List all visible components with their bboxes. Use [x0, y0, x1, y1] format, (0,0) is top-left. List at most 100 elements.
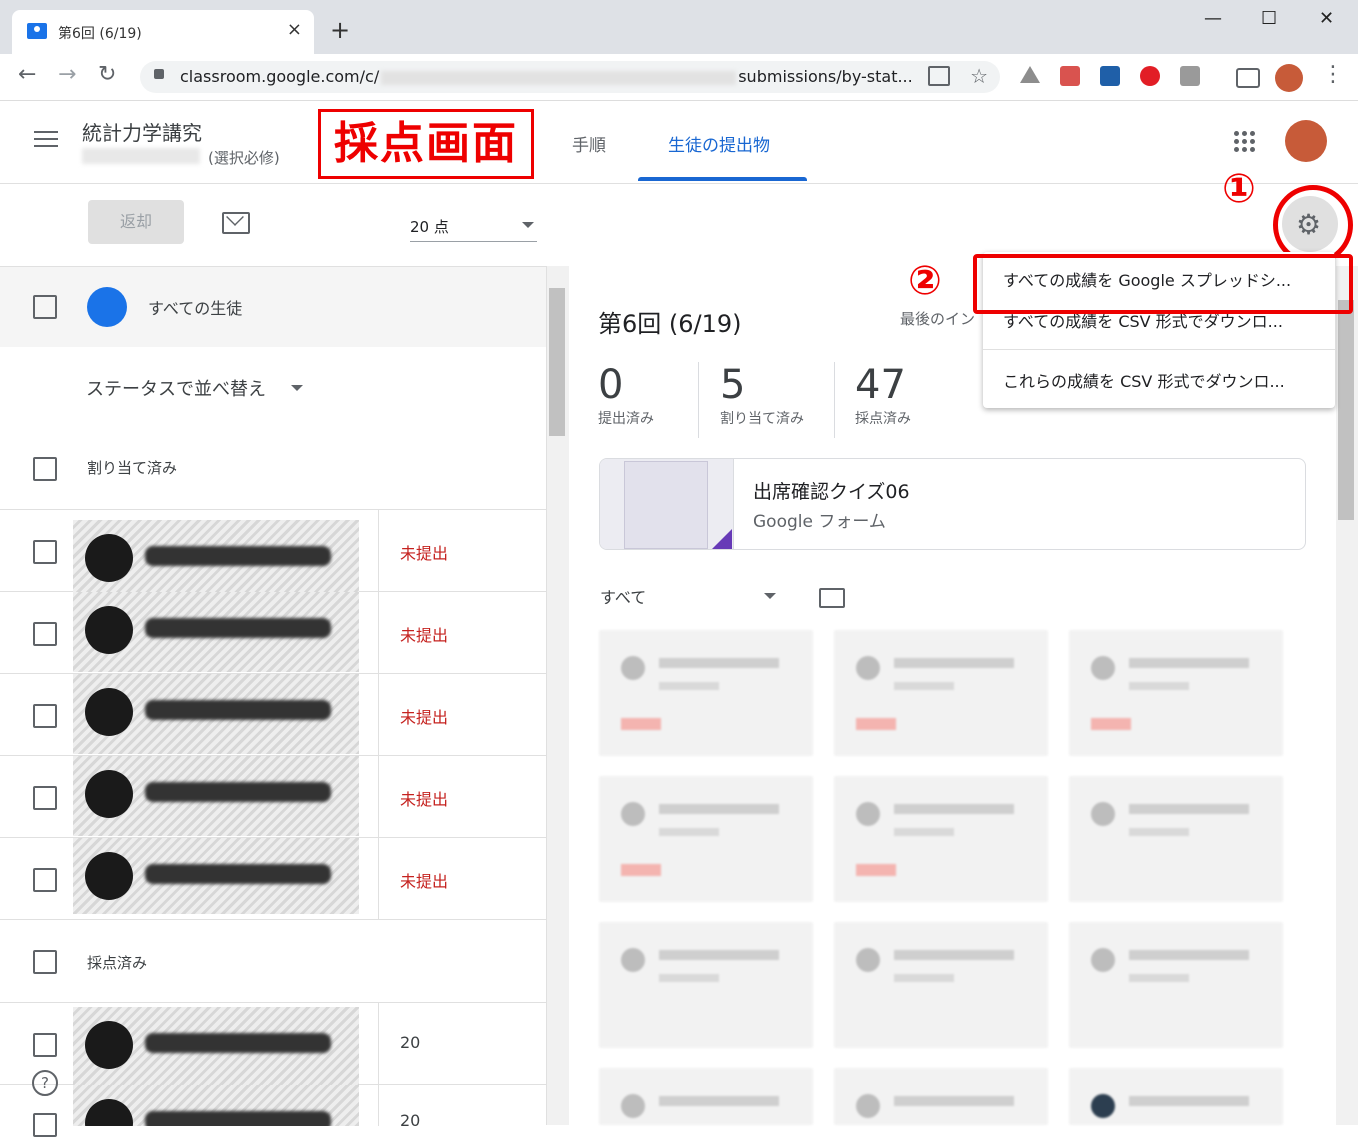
apps-grid-icon[interactable]: [1234, 131, 1256, 153]
student-row[interactable]: 20: [0, 1085, 546, 1145]
student-card-redacted[interactable]: [834, 1068, 1048, 1125]
classroom-header: 統計力学講究 (選択必修) 採点画面 手順 生徒の提出物: [0, 101, 1358, 184]
folder-icon[interactable]: [819, 588, 845, 608]
account-avatar[interactable]: [1285, 120, 1327, 162]
group-assigned-label: 割り当て済み: [87, 459, 178, 477]
student-row[interactable]: 未提出: [0, 592, 546, 674]
forward-icon[interactable]: →: [58, 62, 76, 87]
cast-icon[interactable]: [1236, 68, 1260, 88]
address-bar-row: ← → ↻ classroom.google.com/c/submissions…: [0, 54, 1358, 101]
student-name-redacted: [73, 838, 359, 914]
attachment-card[interactable]: 出席確認クイズ06 Google フォーム: [599, 458, 1306, 550]
minimize-button[interactable]: —: [1204, 8, 1222, 29]
student-card-redacted[interactable]: [1069, 776, 1283, 902]
student-card-redacted[interactable]: [834, 630, 1048, 756]
chat-extension-icon[interactable]: [1180, 66, 1200, 86]
reload-icon[interactable]: ↻: [98, 62, 116, 87]
student-card-redacted[interactable]: [599, 1068, 813, 1125]
bookmark-star-icon[interactable]: ☆: [970, 64, 988, 88]
hamburger-menu-icon[interactable]: [34, 131, 58, 149]
checkbox[interactable]: [33, 1113, 57, 1137]
checkbox[interactable]: [33, 540, 57, 564]
annotation-highlight-box: [973, 254, 1353, 314]
checkbox[interactable]: [33, 704, 57, 728]
maximize-button[interactable]: ☐: [1261, 8, 1277, 29]
attachment-type: Google フォーム: [753, 512, 886, 532]
student-card-redacted[interactable]: [1069, 922, 1283, 1048]
student-card-redacted[interactable]: [599, 922, 813, 1048]
tab-student-work[interactable]: 生徒の提出物: [668, 131, 770, 156]
menu-item-download-these-csv[interactable]: これらの成績を CSV 形式でダウンロ...: [1003, 368, 1285, 392]
student-row[interactable]: 未提出: [0, 674, 546, 756]
points-select[interactable]: 20 点: [410, 216, 449, 237]
omnibox[interactable]: classroom.google.com/c/submissions/by-st…: [140, 61, 1000, 93]
student-name-redacted: [73, 1007, 359, 1087]
stat-number: 5: [720, 362, 746, 408]
student-row[interactable]: 未提出: [0, 756, 546, 838]
group-graded-row[interactable]: 採点済み: [0, 920, 546, 1003]
checkbox[interactable]: [33, 457, 57, 481]
status-text: 未提出: [400, 544, 449, 563]
stat-label: 提出済み: [598, 411, 654, 427]
pdf-extension-icon[interactable]: [1060, 66, 1080, 86]
checkbox[interactable]: [33, 950, 57, 974]
status-text: 未提出: [400, 626, 449, 645]
tab-close-icon[interactable]: ×: [287, 19, 302, 40]
lock-extension-icon[interactable]: [1100, 66, 1120, 86]
class-title[interactable]: 統計力学講究: [82, 117, 202, 146]
grade-text: 20: [400, 1033, 421, 1052]
student-row[interactable]: 未提出: [0, 838, 546, 920]
annotation-grading-screen-label: 採点画面: [318, 109, 534, 179]
student-card-redacted[interactable]: [599, 630, 813, 756]
security-extension-icon[interactable]: [1140, 66, 1160, 86]
chevron-down-icon[interactable]: [522, 222, 534, 228]
stat-number: 47: [855, 362, 906, 408]
filter-dropdown[interactable]: すべて: [600, 584, 646, 608]
grade-text: 20: [400, 1111, 421, 1130]
group-assigned-row[interactable]: 割り当て済み: [0, 427, 546, 510]
browser-tab[interactable]: 第6回 (6/19) ×: [12, 10, 314, 54]
attachment-title: 出席確認クイズ06: [753, 481, 910, 503]
tab-instructions[interactable]: 手順: [572, 131, 606, 156]
student-row[interactable]: 20: [0, 1003, 546, 1087]
status-text: 未提出: [400, 790, 449, 809]
back-icon[interactable]: ←: [18, 62, 36, 87]
chevron-down-icon[interactable]: [764, 593, 776, 599]
checkbox[interactable]: [33, 1033, 57, 1057]
checkbox[interactable]: [33, 295, 57, 319]
right-scrollbar-thumb[interactable]: [1338, 300, 1354, 520]
profile-avatar[interactable]: [1275, 64, 1303, 92]
student-card-redacted[interactable]: [1069, 1068, 1283, 1125]
window-close-button[interactable]: ✕: [1319, 8, 1334, 29]
student-card-redacted[interactable]: [834, 922, 1048, 1048]
student-card-redacted[interactable]: [834, 776, 1048, 902]
sort-dropdown[interactable]: ステータスで並べ替え: [86, 375, 266, 401]
checkbox[interactable]: [33, 622, 57, 646]
lock-icon: [154, 69, 164, 79]
checkbox[interactable]: [33, 786, 57, 810]
new-tab-button[interactable]: +: [330, 16, 350, 44]
chrome-menu-icon[interactable]: ⋮: [1322, 62, 1344, 87]
site-info-icon[interactable]: [928, 66, 950, 86]
email-icon[interactable]: [222, 212, 250, 234]
stat-assigned: 5 割り当て済み: [720, 362, 804, 428]
all-students-row[interactable]: すべての生徒: [0, 267, 546, 347]
left-scrollbar-thumb[interactable]: [549, 288, 565, 436]
drive-extension-icon[interactable]: [1020, 66, 1040, 83]
stat-number: 0: [598, 362, 624, 408]
sort-chevron-down-icon[interactable]: [291, 385, 303, 391]
student-row[interactable]: 未提出: [0, 510, 546, 600]
student-name-redacted: [73, 520, 359, 600]
stat-submitted: 0 提出済み: [598, 362, 654, 428]
form-thumbnail: [600, 459, 734, 549]
active-tab-indicator: [638, 177, 807, 181]
points-underline: [410, 241, 537, 242]
classroom-favicon-icon: [27, 23, 47, 39]
student-card-redacted[interactable]: [599, 776, 813, 902]
checkbox[interactable]: [33, 868, 57, 892]
help-icon[interactable]: ?: [32, 1070, 58, 1096]
all-students-label: すべての生徒: [148, 299, 243, 318]
student-name-redacted: [73, 592, 359, 672]
student-card-redacted[interactable]: [1069, 630, 1283, 756]
return-button[interactable]: 返却: [88, 200, 184, 244]
